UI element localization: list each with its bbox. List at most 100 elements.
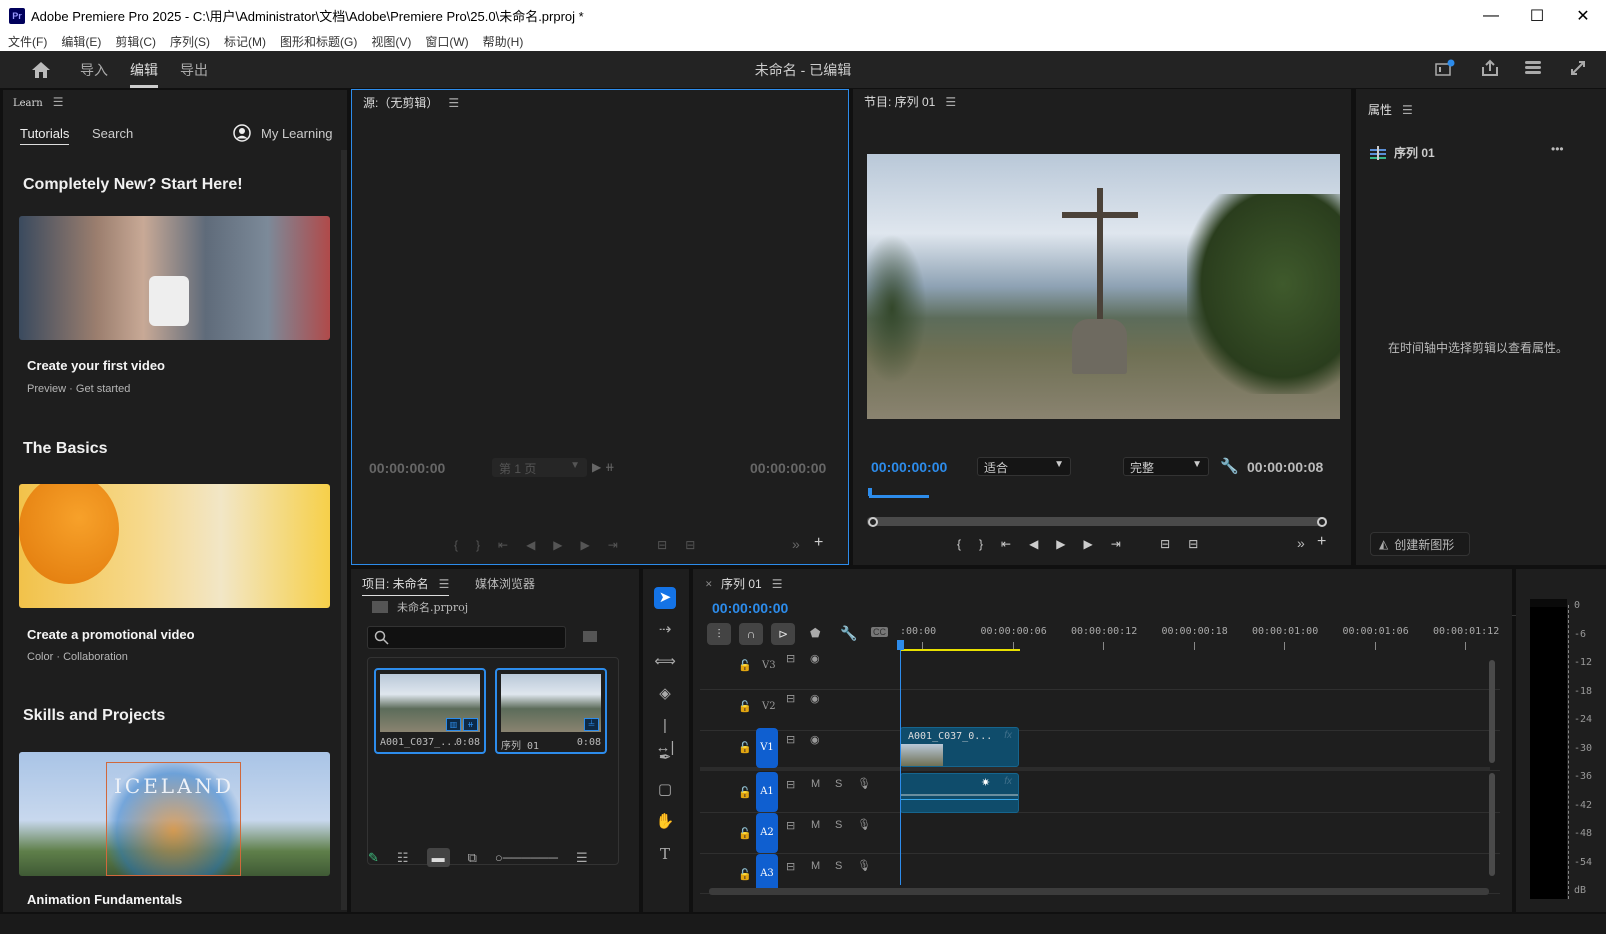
timeline-settings-wrench-icon[interactable]: 🔧 — [840, 625, 857, 642]
more-buttons-icon[interactable]: » — [792, 536, 800, 552]
share-button[interactable] — [1479, 59, 1501, 79]
timeline-playhead[interactable] — [900, 640, 901, 885]
track-target-v1[interactable]: V1 — [756, 728, 778, 768]
audio-clip[interactable]: ✷ fx — [900, 773, 1019, 813]
tab-project[interactable]: 项目: 未命名 ☰ — [362, 575, 450, 596]
tab-import[interactable]: 导入 — [80, 51, 108, 88]
panel-menu-icon[interactable]: ☰ — [945, 95, 956, 109]
menu-window[interactable]: 窗口(W) — [425, 33, 468, 50]
home-button[interactable] — [22, 61, 60, 78]
track-select-tool-icon[interactable]: ⇢ — [654, 619, 676, 641]
find-folder-icon[interactable] — [583, 631, 597, 642]
ripple-edit-tool-icon[interactable]: ⟺ — [654, 651, 676, 673]
zoom-level-select[interactable]: 适合 ▼ — [977, 457, 1071, 476]
page-select[interactable]: 第 1 页 ▼ — [492, 458, 587, 477]
program-video-frame[interactable] — [867, 154, 1340, 419]
playback-resolution-select[interactable]: 完整 ▼ — [1123, 457, 1209, 476]
folder-up-icon[interactable] — [372, 601, 388, 613]
snap-magnet-icon[interactable]: ∩ — [739, 623, 763, 645]
video-track-scrollbar[interactable] — [1489, 660, 1495, 763]
microphone-icon[interactable]: 🎙 — [857, 818, 871, 831]
workspaces-button[interactable] — [1522, 59, 1544, 79]
solo-button[interactable]: S — [835, 778, 842, 790]
track-label-v2[interactable]: V2 — [762, 701, 776, 712]
source-transport-controls[interactable]: {}⇤◀▶▶⇥ ⊟⊟ — [454, 538, 713, 552]
timeline-horizontal-scrollbar[interactable] — [709, 888, 1489, 895]
solo-button[interactable]: S — [835, 860, 842, 872]
menu-file[interactable]: 文件(F) — [8, 33, 47, 50]
solo-button[interactable]: S — [835, 819, 842, 831]
settings-wrench-icon[interactable]: 🔧 — [1220, 457, 1239, 475]
eye-icon[interactable]: ◉ — [810, 733, 820, 746]
tab-export[interactable]: 导出 — [180, 51, 208, 88]
hand-tool-icon[interactable]: ✋ — [654, 811, 676, 833]
lock-icon[interactable]: 🔓 — [738, 700, 752, 713]
mute-button[interactable]: M — [811, 860, 820, 872]
close-button[interactable]: ✕ — [1560, 0, 1606, 31]
mute-button[interactable]: M — [811, 778, 820, 790]
video-clip[interactable]: A001_C037_0... fx — [900, 727, 1019, 767]
menu-help[interactable]: 帮助(H) — [483, 33, 524, 50]
project-item-clip[interactable]: ▥ ⧺ A001_C037_... 0:08 — [374, 668, 486, 754]
panel-menu-icon[interactable]: ☰ — [53, 95, 64, 109]
sort-icon[interactable]: ☰ — [576, 850, 588, 866]
pen-tool-icon[interactable]: ✒ — [654, 747, 676, 769]
tutorial-thumbnail[interactable]: ICELAND — [19, 752, 330, 876]
tab-tutorials[interactable]: Tutorials — [20, 126, 70, 145]
tutorial-thumbnail[interactable] — [19, 216, 330, 340]
zoom-slider[interactable]: ○────── — [495, 850, 558, 865]
scrollbar-handle-left[interactable] — [868, 517, 878, 527]
timeline-timecode[interactable]: 00:00:00:00 — [712, 600, 788, 616]
mute-button[interactable]: M — [811, 819, 820, 831]
lock-icon[interactable]: 🔓 — [738, 868, 752, 881]
lock-icon[interactable]: 🔓 — [738, 786, 752, 799]
track-target-a2[interactable]: A2 — [756, 813, 778, 853]
list-view-icon[interactable]: ☷ — [397, 850, 409, 866]
tutorial-title[interactable]: Create a promotional video — [27, 627, 195, 642]
tutorial-thumbnail[interactable] — [19, 484, 330, 608]
sync-lock-icon[interactable]: ⊟ — [786, 819, 795, 832]
eye-icon[interactable]: ◉ — [810, 652, 820, 665]
sync-lock-icon[interactable]: ⊟ — [786, 652, 795, 665]
playhead-handle[interactable] — [897, 640, 904, 650]
source-timecode[interactable]: 00:00:00:00 — [369, 460, 445, 476]
my-learning-button[interactable]: My Learning — [233, 124, 333, 142]
zoom-scrollbar[interactable] — [867, 517, 1327, 526]
notification-button[interactable] — [1434, 59, 1456, 79]
sync-lock-icon[interactable]: ⊟ — [786, 860, 795, 873]
minimize-button[interactable]: — — [1468, 0, 1514, 31]
waveform-toggle-icon[interactable]: ▶ ⧺ — [592, 460, 615, 474]
close-tab-icon[interactable]: ✕ — [705, 579, 713, 590]
sync-lock-icon[interactable]: ⊟ — [786, 778, 795, 791]
selection-tool-icon[interactable]: ➤ — [654, 587, 676, 609]
panel-menu-icon[interactable]: ☰ — [448, 96, 459, 110]
project-search-input[interactable] — [367, 626, 566, 649]
audio-track-scrollbar[interactable] — [1489, 773, 1495, 876]
create-graphic-button[interactable]: ◭ 创建新图形 — [1370, 532, 1470, 556]
menu-markers[interactable]: 标记(M) — [224, 33, 266, 50]
razor-tool-icon[interactable]: ◈ — [654, 683, 676, 705]
tab-search[interactable]: Search — [92, 126, 133, 141]
lock-icon[interactable]: 🔓 — [738, 659, 752, 672]
maximize-button[interactable]: ☐ — [1514, 0, 1560, 31]
menu-edit[interactable]: 编辑(E) — [61, 33, 101, 50]
panel-menu-icon[interactable]: ☰ — [439, 577, 450, 591]
tutorial-title[interactable]: Animation Fundamentals — [27, 892, 182, 907]
microphone-icon[interactable]: 🎙 — [857, 859, 871, 872]
sync-lock-icon[interactable]: ⊟ — [786, 692, 795, 705]
program-transport-controls[interactable]: {}⇤◀▶▶⇥ ⊟⊟ — [957, 537, 1216, 551]
linked-selection-icon[interactable]: ⊳ — [771, 623, 795, 645]
microphone-icon[interactable]: 🎙 — [857, 777, 871, 790]
panel-menu-icon[interactable]: ☰ — [772, 577, 783, 591]
program-timecode[interactable]: 00:00:00:00 — [871, 459, 947, 475]
time-ruler[interactable]: :00:00 00:00:00:06 00:00:00:12 00:00:00:18 0… — [900, 620, 1499, 650]
pencil-icon[interactable]: ✎ — [368, 850, 379, 866]
button-editor-icon[interactable]: + — [814, 534, 823, 552]
scrollbar-handle-right[interactable] — [1317, 517, 1327, 527]
captions-icon[interactable]: CC — [871, 627, 888, 637]
lock-icon[interactable]: 🔓 — [738, 741, 752, 754]
learn-scrollbar[interactable] — [341, 150, 347, 910]
sync-lock-icon[interactable]: ⊟ — [786, 733, 795, 746]
more-options-button[interactable]: ••• — [1551, 142, 1564, 156]
button-editor-icon[interactable]: + — [1317, 533, 1326, 551]
